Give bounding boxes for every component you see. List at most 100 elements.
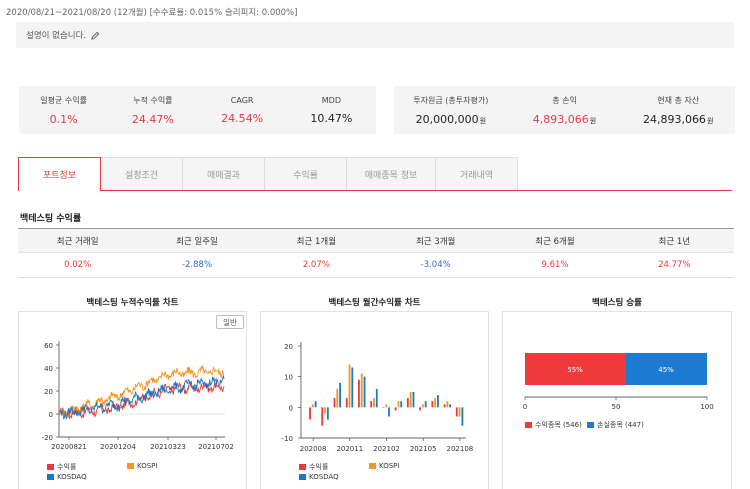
monthly-bar [449,404,452,408]
y-tick-label: 40 [44,365,53,373]
legend-swatch-blue [47,474,54,480]
monthly-bar [446,401,449,408]
monthly-bar [385,404,388,408]
monthly-bar [458,407,461,417]
monthly-bar [400,401,403,408]
stat-cumulative-return: 누적 수익률 24.47% [131,95,174,126]
returns-header-cell: 최근 1개월 [296,236,337,247]
monthly-bar [373,398,375,408]
win-pct-label: 55% [567,366,583,374]
legend-swatch-blue [587,422,594,428]
monthly-bar [397,401,400,408]
returns-value-cell: 9.61% [541,260,569,270]
monthly-bar [455,407,458,417]
legend-swatch-red [525,422,532,428]
x-tick-label: 20210323 [150,443,186,451]
winrate-chart-title: 백테스팅 승률 [592,298,642,308]
returns-value-row: 0.02% -2.88% 2.07% -3.04% 9.61% 24.77% [18,253,734,277]
stat-principal: 투자원금 (총투자평가) 20,000,000원 [413,95,489,126]
x-tick-label: 202102 [373,445,400,453]
x-tick-label: 202105 [410,445,437,453]
x-tick-label: 20210702 [198,443,234,451]
monthly-bar [412,392,415,408]
monthly-bar [443,404,446,408]
monthly-bar [375,388,378,408]
legend-swatch-red [299,464,306,470]
tab-returns[interactable]: 수익률 [264,157,347,190]
monthly-bar [419,407,421,411]
monthly-bar [424,401,427,408]
monthly-bar [409,392,412,408]
monthly-bar [382,407,385,408]
y-tick-label: 0 [289,404,293,412]
monthly-bar [406,398,409,408]
cumulative-chart-panel: 일반 60 40 20 0 -20 20200821 20201204 20210323 202… [18,311,247,489]
legend-swatch-orange [127,463,134,469]
x-tick-label: 50 [612,403,621,411]
x-tick-label: 202011 [336,445,363,453]
tab-trade-results[interactable]: 매매결과 [182,157,265,190]
monthly-bar [321,407,324,426]
stat-total-assets: 현재 총 자산 24,893,066원 [642,95,714,126]
y-tick-label: 20 [44,388,53,396]
legend-return: 수익률 [47,462,76,472]
monthly-bar [309,407,311,420]
monthly-chart-title: 백테스팅 월간수익률 차트 [328,298,421,308]
x-tick-label: 100 [700,403,713,411]
pencil-icon[interactable] [91,31,100,40]
tab-trade-history[interactable]: 거래내역 [435,157,518,190]
legend-return: 수익률 [299,462,328,472]
tab-portfolio-info[interactable]: 포트정보 [18,157,101,191]
monthly-bar [360,373,363,408]
monthly-bar [336,388,339,408]
returns-value-cell: 0.02% [64,260,92,270]
x-tick-label: 202108 [447,445,474,453]
monthly-bar [345,398,348,408]
stat-total-pnl: 총 손익 4,893,066원 [532,95,597,126]
monthly-bar [324,407,326,414]
monthly-bar [311,404,314,408]
performance-stats: 일평균 수익률 0.1% 누적 수익률 24.47% CAGR 24.54% M… [19,86,376,134]
monthly-bar [363,376,366,408]
returns-value-cell: -3.04% [420,260,451,270]
monthly-bar [358,379,360,408]
legend-kospi: KOSPI [127,462,157,470]
legend-kosdaq: KOSDAQ [47,473,87,481]
monthly-bar [434,398,437,408]
monthly-bar [339,382,341,408]
y-tick-label: 20 [284,343,293,351]
y-tick-label: 60 [44,342,53,350]
monthly-chart: 20 10 0 -10 202008 202011 202102 202105 202108 [282,342,474,453]
returns-header-cell: 최근 거래일 [56,236,99,247]
legend-win: 수익종목 (546) [525,420,582,430]
y-tick-label: -10 [282,435,293,443]
x-tick-label: 20200821 [51,443,87,451]
stat-cagr: CAGR 24.54% [221,95,264,125]
legend-swatch-red [47,464,54,470]
monthly-bar [461,407,464,426]
returns-value-cell: 24.77% [658,260,691,270]
monthly-bar [348,364,351,408]
returns-value-cell: -2.88% [181,260,213,270]
y-tick-label: 10 [284,374,293,382]
y-tick-label: -20 [42,434,53,442]
returns-section-title: 백테스팅 수익률 [20,214,82,224]
x-tick-label: 20201204 [100,443,136,451]
tab-settings[interactable]: 설정조건 [100,157,183,190]
winrate-chart: 55% 45% 0 50 100 [523,353,714,411]
tab-traded-stocks[interactable]: 매매종목 정보 [346,157,436,190]
monthly-bar [314,401,317,408]
description-text: 설명이 없습니다. [26,31,87,41]
monthly-bar [394,407,397,411]
returns-header-cell: 최근 일주일 [176,236,218,247]
loss-pct-label: 45% [658,366,674,374]
monthly-bar [437,395,439,408]
monthly-bar [388,407,390,417]
cumulative-chart: 60 40 20 0 -2020200821 20201204 20210323 202107… [42,341,234,451]
monthly-bar [421,404,424,408]
chart-mode-button[interactable]: 일반 [216,315,244,329]
tab-bar: 포트정보 설정조건 매매결과 수익률 매매종목 정보 거래내역 [18,157,732,191]
legend-swatch-blue [299,474,306,480]
legend-swatch-orange [369,463,376,469]
monthly-chart-panel: 20 10 0 -10 202008 202011 202102 202105 202108 수… [260,311,489,489]
